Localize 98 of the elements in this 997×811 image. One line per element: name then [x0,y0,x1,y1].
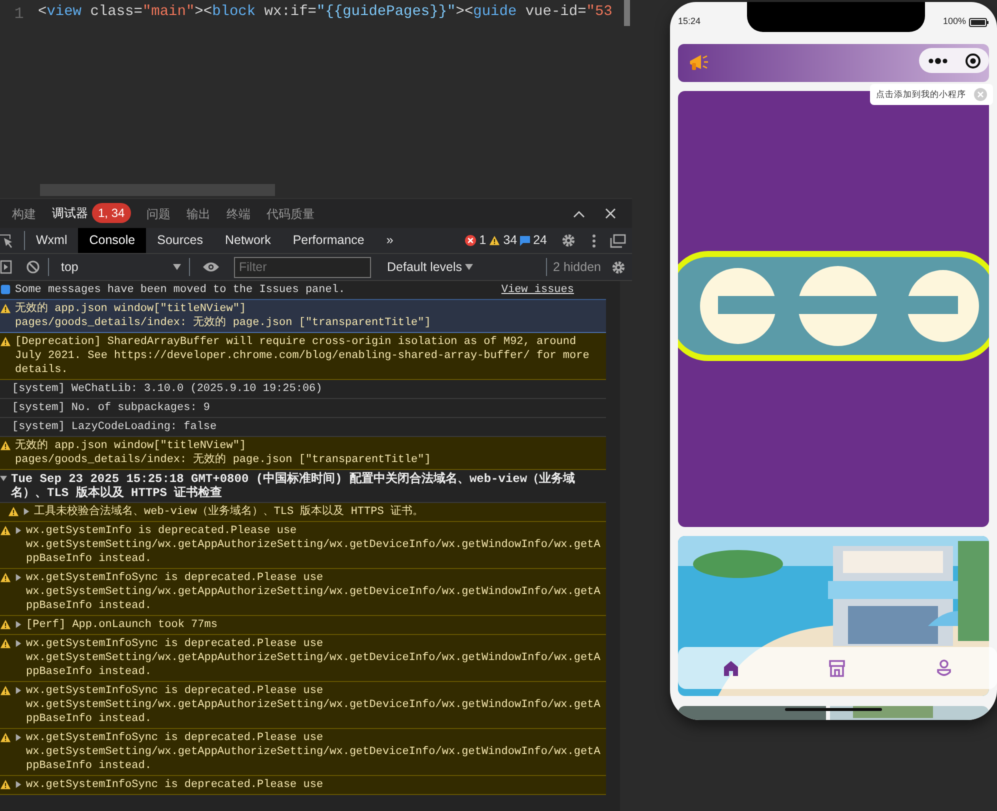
settings-icon[interactable] [561,233,576,248]
console-message: wx.getSystemInfoSync is deprecated.Please use wx.getSystemSetting/wx.getAppAuthorizeSetting/wx.getDeviceInfo/wx.getWindowInfo/wx.getAppBaseInfo instead. [26,684,602,726]
console-message: 工具未校验合法域名、web-view（业务域名）、TLS 版本以及 HTTPS 证书。 [34,505,424,519]
message-row[interactable]: 无效的 app.json window["titleNView"] pages/goods_details/index: 无效的 page.json ["transparentTitle"] [0,437,606,470]
console-message: wx.getSystemInfoSync is deprecated.Please use wx.getSystemSetting/wx.getAppAuthorizeSetting/wx.getDeviceInfo/wx.getWindowInfo/wx.getAppBaseInfo instead. [26,571,602,613]
count-badge: 1, 34 [92,203,131,223]
expand-icon[interactable] [15,687,22,694]
warning-icon [0,685,11,696]
scrollbar[interactable] [40,184,275,196]
expand-icon[interactable] [15,621,22,628]
console-message: 无效的 app.json window["titleNView"] pages/goods_details/index: 无效的 page.json ["transparentTitle"] [15,302,432,330]
console-message: 无效的 app.json window["titleNView"] pages/goods_details/index: 无效的 page.json ["transparentTitle"] [15,439,432,467]
home-icon [722,659,740,678]
panel-tab[interactable]: 问题 [138,198,179,228]
warning-icon [8,506,19,517]
expand-icon[interactable] [15,640,22,647]
error-count: 1 [479,232,486,250]
dropdown-icon [173,264,181,270]
context-select[interactable]: top [48,258,190,276]
console-message: wx.getSystemInfo is deprecated.Please use wx.getSystemSetting/wx.getAppAuthorizeSetting/wx.getDeviceInfo/wx.getWindowInfo/wx.getAppBaseInfo instead. [26,524,602,566]
more-icon[interactable] [928,58,948,64]
sidebar-toggle-icon[interactable] [0,260,12,274]
tooltip-text: 点击添加到我的小程序 [876,88,966,101]
console-message: wx.getSystemInfoSync is deprecated.Please use [26,778,324,792]
expand-icon[interactable] [0,475,7,482]
message-row[interactable]: wx.getSystemInfoSync is deprecated.Please use wx.getSystemSetting/wx.getAppAuthorizeSetting/wx.getDeviceInfo/wx.getWindowInfo/wx.getAppBaseInfo instead. [0,729,606,776]
inspect-icon[interactable] [0,234,14,248]
store-icon [828,659,846,678]
message-row[interactable]: [Deprecation] SharedArrayBuffer will require cross-origin isolation as of M92, around July 2021. See https://developer.chrome.com/blog/enabling-shared-array-buffer/ for more details. [0,333,606,380]
console-message: [system] No. of subpackages: 9 [12,401,212,415]
warning-icon [0,572,11,583]
code-line: <view class="main"><block wx:if="{{guidePages}}"><guide vue-id="53 [38,4,612,20]
message-row[interactable]: [Perf] App.onLaunch took 77ms [0,616,606,635]
expand-icon[interactable] [15,527,22,534]
console-message: [Perf] App.onLaunch took 77ms [26,618,218,632]
message-row[interactable]: wx.getSystemInfo is deprecated.Please use wx.getSystemSetting/wx.getAppAuthorizeSetting/wx.getDeviceInfo/wx.getWindowInfo/wx.getAppBaseInfo instead. [0,522,606,569]
settings-icon[interactable] [611,260,626,274]
line-number: 1 [13,4,25,25]
dropdown-icon [465,264,474,270]
expand-icon[interactable] [15,781,22,788]
message-row[interactable]: wx.getSystemInfoSync is deprecated.Please use wx.getSystemSetting/wx.getAppAuthorizeSetting/wx.getDeviceInfo/wx.getWindowInfo/wx.getAppBaseInfo instead. [0,682,606,729]
view-issues-link[interactable]: View issues [501,283,574,297]
warning-icon [489,235,500,246]
status-time: 15:24 [678,15,701,28]
devtools-tab[interactable]: Performance [282,228,376,253]
warning-icon [0,525,11,536]
error-icon [465,235,476,246]
message-row[interactable]: wx.getSystemInfoSync is deprecated.Please use wx.getSystemSetting/wx.getAppAuthorizeSetting/wx.getDeviceInfo/wx.getWindowInfo/wx.getAppBaseInfo instead. [0,569,606,616]
group-header: Tue Sep 23 2025 15:25:18 GMT+0800 (中国标准时间) 配置中关闭合法域名、web-view（业务域名）、TLS 版本以及 HTTPS 证书检查 [11,472,576,500]
close-target-icon[interactable] [964,52,980,68]
message-row[interactable]: 工具未校验合法域名、web-view（业务域名）、TLS 版本以及 HTTPS 证书。 [0,503,606,522]
scrollbar[interactable] [624,0,630,26]
more-tabs-button[interactable]: » [375,228,404,253]
devtools-tab[interactable]: Sources [146,228,214,253]
clear-icon[interactable] [26,260,40,274]
warning-icon [0,638,11,649]
console-message: [system] WeChatLib: 3.10.0 (2025.9.10 19:25:06) [12,382,324,396]
warning-count: 34 [503,232,518,250]
levels-dropdown[interactable]: Default levels [381,256,480,278]
warning-icon [0,336,11,347]
hidden-count: 2 hidden [546,258,601,276]
dock-icon[interactable] [610,234,626,248]
message-icon [520,236,530,246]
battery-icon [969,18,989,26]
panel-tab[interactable]: 输出 [178,198,219,228]
warning-icon [0,619,11,630]
console-message: Some messages have been moved to the Issues panel. [15,283,346,297]
info-icon [0,284,11,295]
message-row[interactable]: wx.getSystemInfoSync is deprecated.Please use wx.getSystemSetting/wx.getAppAuthorizeSetting/wx.getDeviceInfo/wx.getWindowInfo/wx.getAppBaseInfo instead. [0,635,606,682]
battery-level: 100% [942,15,966,28]
message-row[interactable]: wx.getSystemInfoSync is deprecated.Please use [0,776,606,795]
expand-icon[interactable] [15,734,22,741]
console-message: [system] LazyCodeLoading: false [12,420,218,434]
message-row[interactable]: 无效的 app.json window["titleNView"] pages/goods_details/index: 无效的 page.json ["transparentTitle"] [0,300,606,333]
filter-field[interactable]: Filter [234,256,371,278]
panel-tab[interactable]: 代码质量 [258,198,323,228]
message-count: 24 [533,232,547,250]
devtools-tab[interactable]: Console [78,228,146,253]
warning-icon [0,779,11,790]
console-message: [Deprecation] SharedArrayBuffer will require cross-origin isolation as of M92, around July 2021. See https://developer.chrome.com/blog/enabling-shared-array-buffer/ for more details. [15,335,590,377]
collapse-icon[interactable] [573,210,585,218]
warning-icon [0,732,11,743]
more-icon[interactable] [592,234,596,248]
panel-tab[interactable]: 构建 [4,198,44,228]
console-link[interactable]: https://developer.chrome.com/blog/enabling-shared-array-buffer/ [114,350,530,362]
user-icon [934,659,953,678]
expand-icon[interactable] [15,574,22,581]
console-message: wx.getSystemInfoSync is deprecated.Please use wx.getSystemSetting/wx.getAppAuthorizeSetting/wx.getDeviceInfo/wx.getWindowInfo/wx.getAppBaseInfo instead. [26,637,602,679]
close-icon[interactable] [605,208,616,219]
panel-tab[interactable]: 终端 [218,198,259,228]
console-message: wx.getSystemInfoSync is deprecated.Please use wx.getSystemSetting/wx.getAppAuthorizeSetting/wx.getDeviceInfo/wx.getWindowInfo/wx.getAppBaseInfo instead. [26,731,602,773]
warning-icon [0,303,11,314]
warning-icon [0,440,11,451]
devtools-tab[interactable]: Network [214,228,282,253]
eye-icon[interactable] [202,261,220,273]
expand-icon[interactable] [23,508,30,515]
megaphone-icon [688,53,710,73]
devtools-tab[interactable]: Wxml [25,228,78,253]
